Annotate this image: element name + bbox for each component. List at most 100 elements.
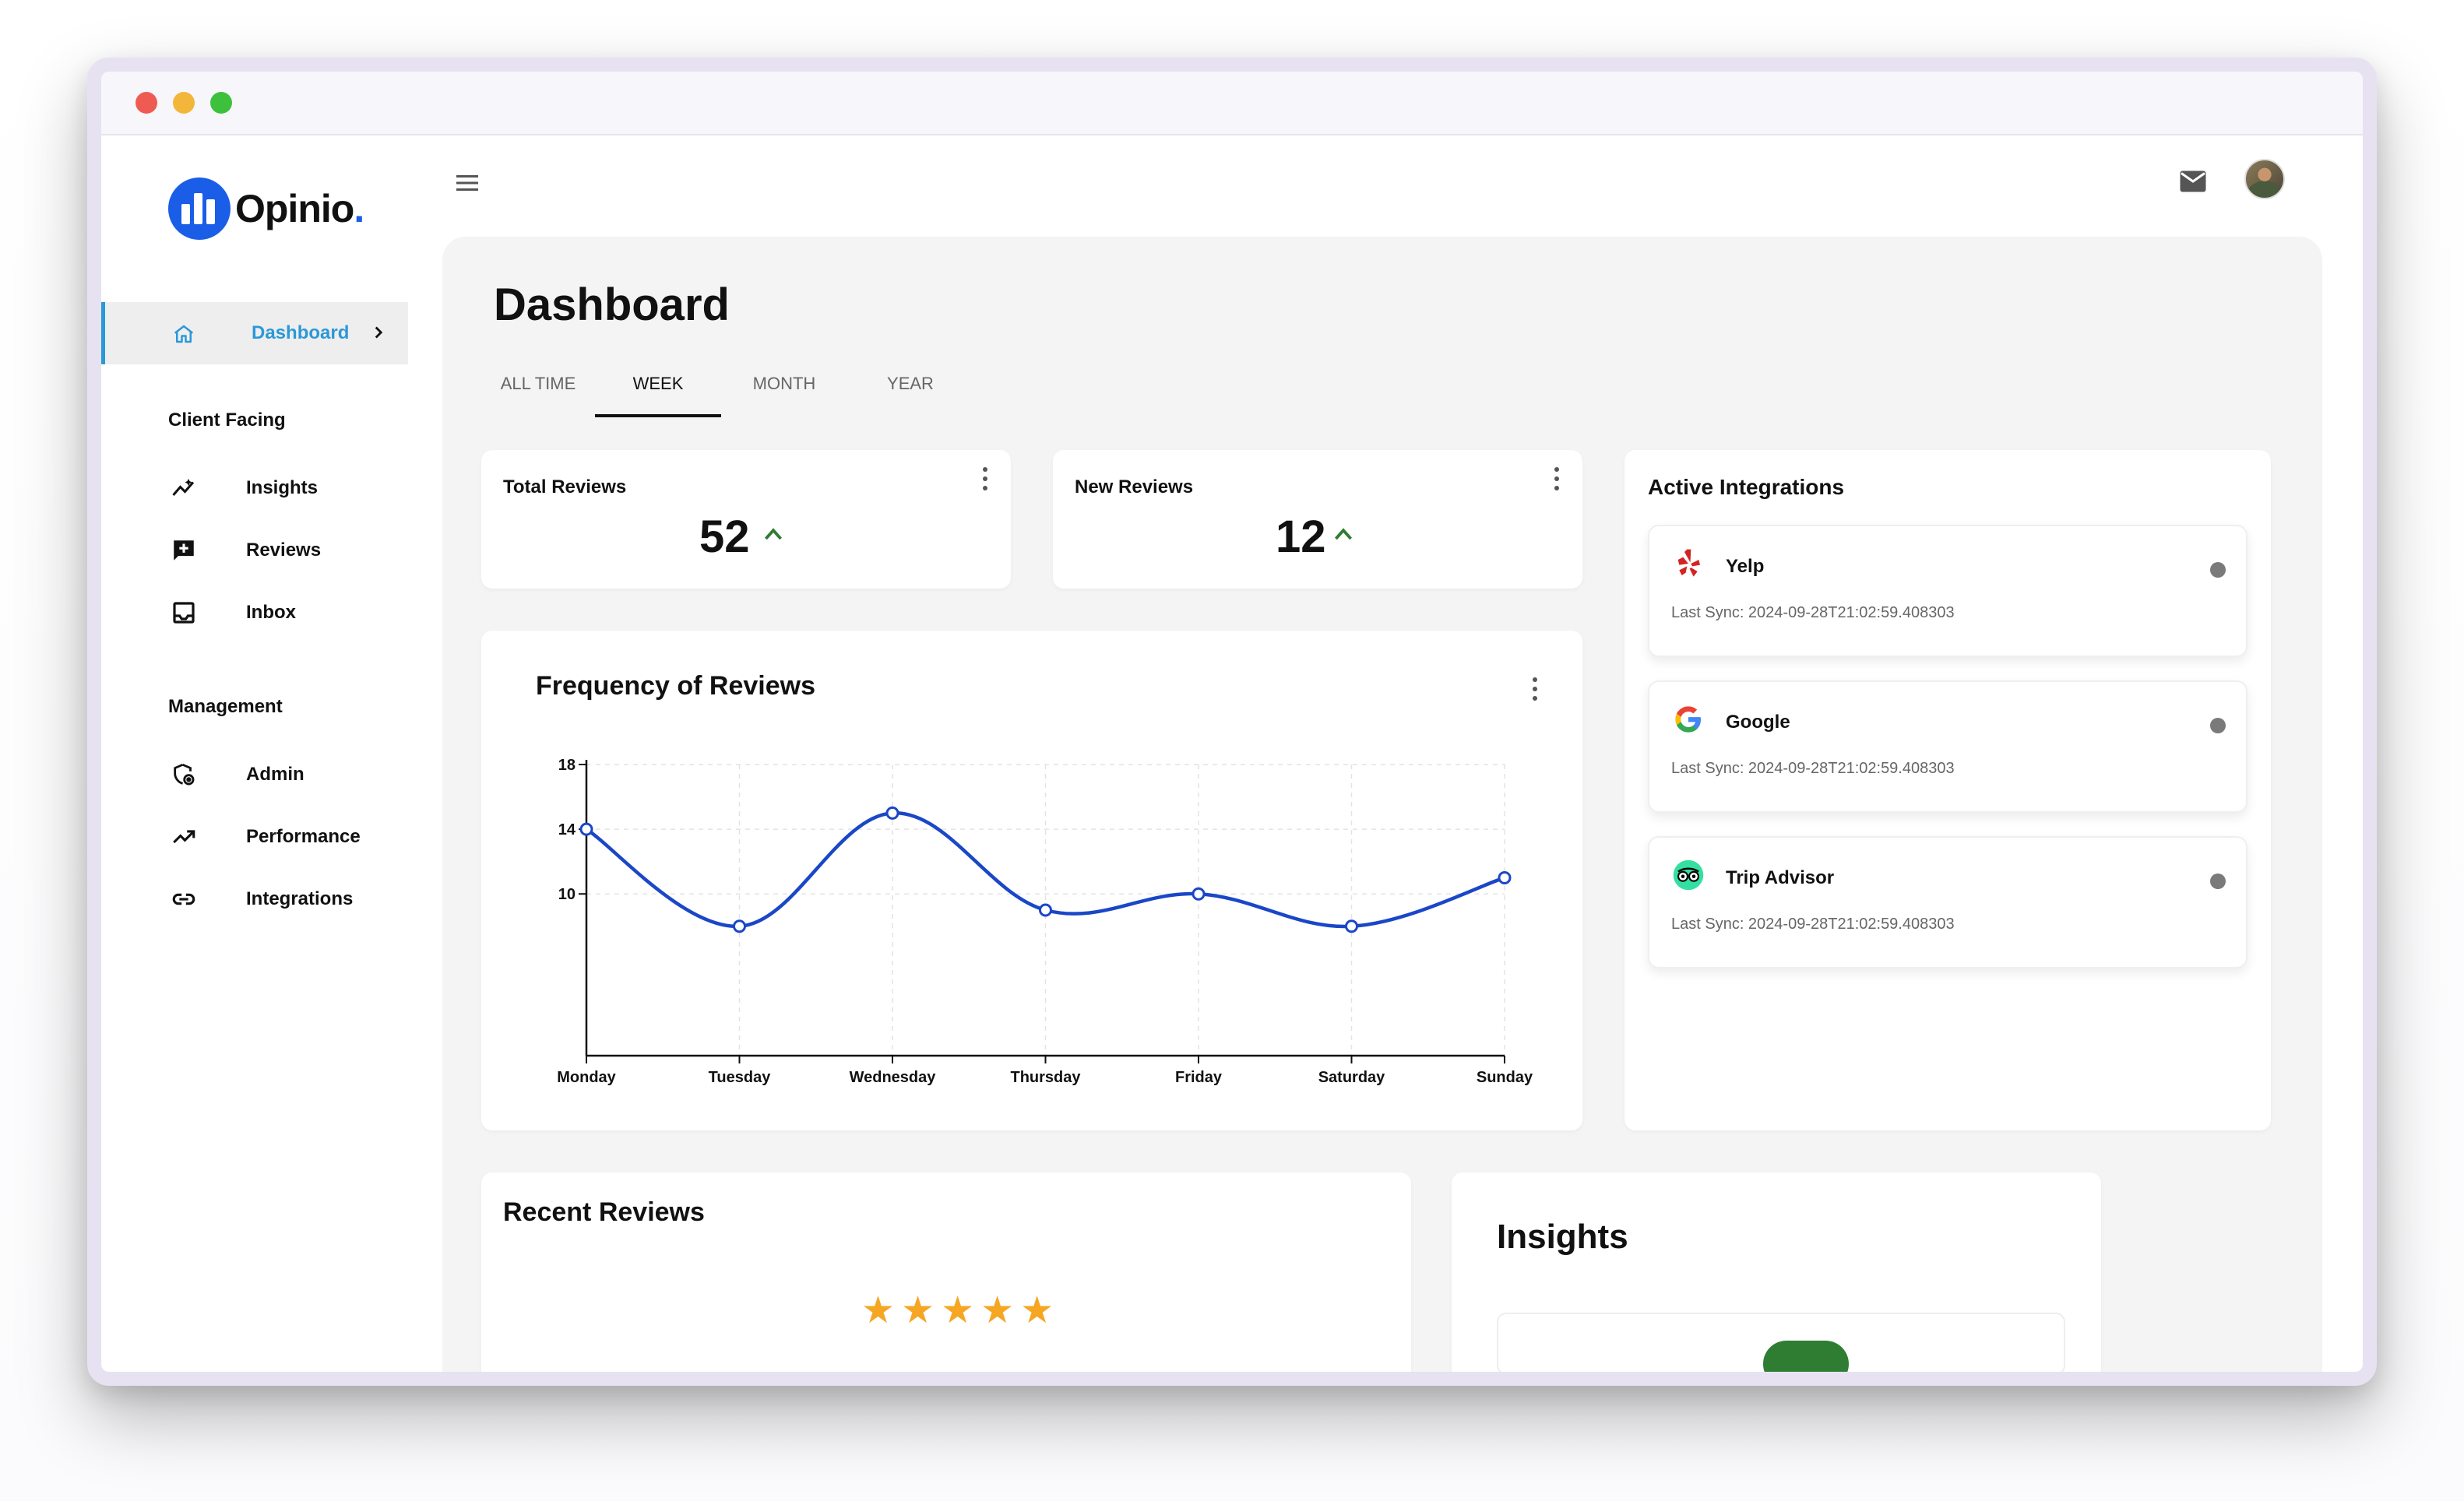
sidebar-item-label: Admin — [246, 764, 304, 785]
integration-sync-time: Last Sync: 2024-09-28T21:02:59.408303 — [1671, 760, 1955, 777]
integration-sync-time: Last Sync: 2024-09-28T21:02:59.408303 — [1671, 604, 1955, 621]
chevron-right-icon — [368, 321, 389, 348]
sidebar-item-label: Dashboard — [252, 322, 350, 343]
y-tick-label: 18 — [558, 757, 576, 774]
insights-card: Insights — [1452, 1172, 2101, 1372]
integration-sync-time: Last Sync: 2024-09-28T21:02:59.408303 — [1671, 916, 1955, 933]
total-reviews-card: Total Reviews 52 — [481, 450, 1011, 589]
integrations-title: Active Integrations — [1648, 475, 1845, 499]
frequency-chart-card: Frequency of Reviews 18 14 10 Monday Tuesday… — [481, 631, 1582, 1130]
integration-google[interactable]: Google Last Sync: 2024-09-28T21:02:59.40… — [1648, 680, 2248, 813]
sidebar-item-label: Insights — [246, 477, 319, 498]
x-tick-label: Tuesday — [709, 1069, 772, 1086]
app-content: Opinio. Dashboard Client Facing Insights — [101, 135, 2363, 1372]
x-tick-label: Monday — [557, 1069, 616, 1086]
brand-logo[interactable]: Opinio. — [168, 178, 364, 240]
minimize-window-button[interactable] — [173, 92, 195, 114]
star-icon: ★ — [941, 1290, 975, 1331]
integration-name: Trip Advisor — [1726, 867, 1835, 888]
y-tick-label: 14 — [558, 821, 576, 838]
sidebar-item-admin[interactable]: Admin — [168, 755, 402, 794]
more-options-icon[interactable] — [981, 467, 989, 490]
sidebar-item-inbox[interactable]: Inbox — [168, 593, 402, 632]
tab-week[interactable]: WEEK — [595, 366, 721, 417]
data-point — [885, 806, 899, 820]
total-reviews-label: Total Reviews — [503, 476, 627, 497]
x-tick-label: Wednesday — [850, 1069, 937, 1086]
avatar[interactable] — [2244, 159, 2285, 199]
status-dot — [2210, 562, 2226, 578]
logo-icon — [168, 178, 231, 240]
status-dot — [2210, 874, 2226, 889]
frequency-line-chart: 18 14 10 Monday Tuesday Wednesday Thursday Frid… — [557, 757, 1533, 1086]
admin-icon — [168, 759, 199, 790]
integration-name: Yelp — [1726, 556, 1765, 577]
star-icon: ★ — [901, 1290, 935, 1331]
home-icon — [172, 322, 195, 350]
insights-title: Insights — [1497, 1218, 1628, 1256]
tab-all-time[interactable]: ALL TIME — [481, 366, 595, 417]
mail-icon[interactable] — [2179, 170, 2207, 197]
inbox-icon — [168, 597, 199, 628]
data-point — [1039, 903, 1052, 917]
yelp-icon — [1671, 547, 1705, 581]
integration-name: Google — [1726, 712, 1790, 733]
menu-icon[interactable] — [455, 173, 480, 197]
sidebar-item-reviews[interactable]: Reviews — [168, 531, 402, 570]
total-reviews-value: 52 — [699, 511, 750, 562]
page-title: Dashboard — [494, 279, 730, 330]
sidebar-item-label: Inbox — [246, 602, 296, 623]
sidebar-item-label: Performance — [246, 826, 361, 847]
sidebar-item-dashboard[interactable]: Dashboard — [101, 302, 408, 364]
tripadvisor-icon — [1671, 858, 1705, 892]
data-point — [1345, 919, 1358, 933]
active-integrations-card: Active Integrations Yelp Last Sync: 2024… — [1624, 450, 2271, 1130]
brand-dot: . — [354, 187, 365, 230]
star-icon: ★ — [861, 1290, 896, 1331]
sidebar: Opinio. Dashboard Client Facing Insights — [101, 135, 408, 1372]
new-reviews-value: 12 — [1276, 511, 1326, 562]
sidebar-item-integrations[interactable]: Integrations — [168, 880, 402, 919]
x-tick-label: Thursday — [1010, 1069, 1081, 1086]
brand-name: Opinio — [235, 187, 354, 230]
new-reviews-card: New Reviews 12 — [1053, 450, 1582, 589]
more-options-icon[interactable] — [1553, 467, 1561, 490]
sidebar-item-performance[interactable]: Performance — [168, 817, 402, 856]
data-point — [733, 919, 746, 933]
reviews-icon — [168, 535, 199, 566]
integration-yelp[interactable]: Yelp Last Sync: 2024-09-28T21:02:59.4083… — [1648, 525, 2248, 657]
browser-window: Opinio. Dashboard Client Facing Insights — [87, 58, 2377, 1386]
star-icon: ★ — [980, 1290, 1015, 1331]
main-panel: Dashboard ALL TIME WEEK MONTH YEAR Total… — [442, 237, 2322, 1372]
status-badge — [1763, 1341, 1849, 1372]
rating-stars: ★ ★ ★ ★ ★ — [861, 1292, 1054, 1330]
trend-up-icon — [1332, 525, 1355, 547]
close-window-button[interactable] — [136, 92, 157, 114]
google-icon — [1671, 702, 1705, 736]
data-point — [1498, 870, 1512, 884]
x-tick-label: Saturday — [1318, 1069, 1385, 1086]
recent-reviews-card: Recent Reviews ★ ★ ★ ★ ★ — [481, 1172, 1411, 1372]
section-title-client-facing: Client Facing — [168, 410, 286, 431]
sidebar-item-insights[interactable]: Insights — [168, 469, 402, 508]
data-point — [1192, 887, 1206, 901]
section-title-management: Management — [168, 696, 283, 717]
maximize-window-button[interactable] — [210, 92, 232, 114]
status-dot — [2210, 718, 2226, 733]
y-tick-label: 10 — [558, 886, 576, 903]
sidebar-item-label: Integrations — [246, 888, 354, 909]
insight-row[interactable] — [1497, 1313, 2065, 1372]
x-tick-label: Sunday — [1477, 1069, 1533, 1086]
trending-up-icon — [168, 821, 199, 852]
recent-reviews-title: Recent Reviews — [503, 1197, 705, 1227]
sidebar-item-label: Reviews — [246, 540, 322, 561]
new-reviews-label: New Reviews — [1075, 476, 1194, 497]
tab-month[interactable]: MONTH — [721, 366, 847, 417]
trend-up-icon — [762, 525, 785, 547]
period-tabs: ALL TIME WEEK MONTH YEAR — [481, 366, 973, 417]
x-tick-label: Friday — [1175, 1069, 1223, 1086]
insights-icon — [168, 473, 199, 504]
tab-year[interactable]: YEAR — [847, 366, 973, 417]
integration-tripadvisor[interactable]: Trip Advisor Last Sync: 2024-09-28T21:02… — [1648, 836, 2248, 968]
star-icon: ★ — [1020, 1290, 1054, 1331]
